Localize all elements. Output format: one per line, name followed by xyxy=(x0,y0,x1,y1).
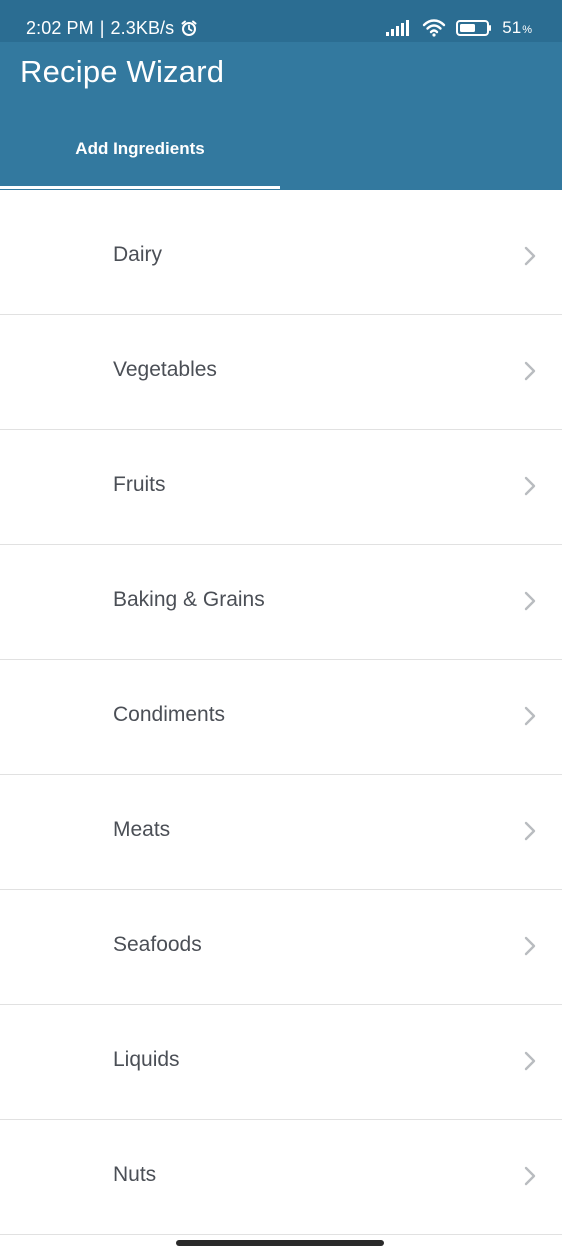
app-header: 2:02 PM | 2.3KB/s 51 % Recipe Wizard Add… xyxy=(0,0,562,190)
alarm-clock-icon xyxy=(180,19,198,37)
chevron-right-icon xyxy=(522,1164,538,1188)
chevron-right-icon xyxy=(522,359,538,383)
category-item-nuts[interactable]: Nuts xyxy=(0,1120,562,1235)
category-label: Vegetables xyxy=(113,358,217,381)
category-label: Baking & Grains xyxy=(113,588,265,611)
chevron-right-icon xyxy=(522,589,538,613)
battery-percentage: 51 % xyxy=(502,18,532,38)
category-label: Seafoods xyxy=(113,933,202,956)
battery-icon xyxy=(456,19,492,37)
gesture-navigation-bar[interactable] xyxy=(176,1240,384,1246)
chevron-right-icon xyxy=(522,819,538,843)
chevron-right-icon xyxy=(522,704,538,728)
tab-indicator xyxy=(0,186,280,189)
app-title: Recipe Wizard xyxy=(20,54,225,89)
category-label: Dairy xyxy=(113,243,163,266)
category-label: Liquids xyxy=(113,1048,180,1071)
status-time: 2:02 PM xyxy=(26,17,94,38)
chevron-right-icon xyxy=(522,1049,538,1073)
category-item-dairy[interactable]: Dairy xyxy=(0,200,562,315)
status-separator: | xyxy=(99,17,105,38)
network-speed: 2.3KB/s xyxy=(110,17,175,38)
chevron-right-icon xyxy=(522,934,538,958)
category-item-condiments[interactable]: Condiments xyxy=(0,660,562,775)
category-item-meats[interactable]: Meats xyxy=(0,775,562,890)
category-label: Nuts xyxy=(113,1163,157,1186)
category-label: Fruits xyxy=(113,473,166,496)
battery-level: 51 xyxy=(502,18,522,37)
category-label: Condiments xyxy=(113,703,226,726)
category-item-vegetables[interactable]: Vegetables xyxy=(0,315,562,430)
status-bar: 2:02 PM | 2.3KB/s 51 % xyxy=(0,0,562,42)
status-bar-left: 2:02 PM | 2.3KB/s xyxy=(26,16,198,40)
tab-label: Add Ingredients xyxy=(75,139,205,158)
status-bar-right: 51 % xyxy=(386,16,532,40)
category-item-seafoods[interactable]: Seafoods xyxy=(0,890,562,1005)
tab-add-ingredients[interactable]: Add Ingredients xyxy=(0,126,280,188)
category-label: Meats xyxy=(113,818,171,841)
category-item-baking-grains[interactable]: Baking & Grains xyxy=(0,545,562,660)
category-item-fruits[interactable]: Fruits xyxy=(0,430,562,545)
wifi-icon xyxy=(422,19,446,37)
battery-unit: % xyxy=(522,24,532,36)
cellular-signal-icon xyxy=(386,20,412,36)
ingredient-category-list: Dairy Vegetables Fruits Baking & Grains xyxy=(0,200,562,1235)
chevron-right-icon xyxy=(522,244,538,268)
chevron-right-icon xyxy=(522,474,538,498)
category-item-liquids[interactable]: Liquids xyxy=(0,1005,562,1120)
